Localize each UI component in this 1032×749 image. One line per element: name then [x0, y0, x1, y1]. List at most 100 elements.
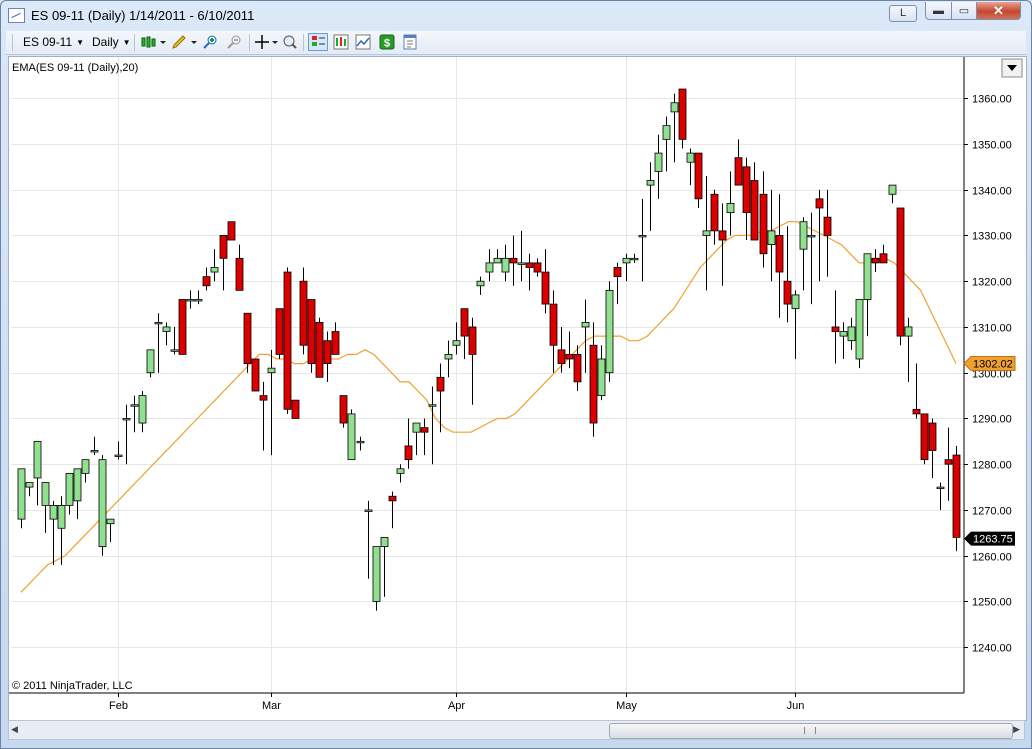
- candle-body: [750, 180, 759, 241]
- zoom-in-icon[interactable]: [202, 34, 218, 50]
- candle-body: [49, 505, 58, 520]
- candle-body: [396, 468, 405, 474]
- candle-body: [541, 271, 550, 305]
- candle-body: [759, 193, 768, 255]
- scroll-right-icon[interactable]: ▶: [1013, 724, 1020, 735]
- price-chart[interactable]: 1240.00 1250.00 1260.00 1270.00 1280.00 1290.…: [9, 57, 1026, 720]
- instrument-selector[interactable]: ES 09-11 ▼: [23, 34, 84, 51]
- candle-body: [670, 102, 679, 113]
- candle-body: [452, 340, 461, 346]
- chart-trader-icon[interactable]: [308, 33, 328, 51]
- crosshair-icon[interactable]: [254, 34, 280, 50]
- candle-down: [323, 331, 332, 382]
- candle-up: [662, 116, 671, 172]
- indicators-icon[interactable]: [355, 34, 371, 50]
- candle-up: [855, 299, 864, 369]
- candle-down: [404, 418, 413, 469]
- candle-down: [871, 249, 880, 273]
- candle-body: [863, 253, 872, 300]
- minimize-button[interactable]: ▬: [925, 2, 952, 20]
- candle-up: [638, 198, 647, 282]
- candle-body: [307, 299, 316, 364]
- horizontal-scrollbar[interactable]: ◀ ▶: [8, 720, 1025, 740]
- chart-window-icon: [8, 8, 25, 23]
- candle-body: [646, 180, 655, 186]
- candle-up: [630, 253, 639, 263]
- strategies-icon[interactable]: [333, 34, 349, 50]
- candle-down: [952, 445, 961, 552]
- candle-body: [944, 459, 953, 465]
- candle-up: [130, 395, 139, 433]
- data-box-icon[interactable]: [282, 34, 298, 50]
- candle-down: [750, 162, 759, 241]
- maximize-button[interactable]: ▭: [951, 2, 977, 20]
- ema-price-marker: 1302.02: [963, 355, 1016, 371]
- candle-body: [678, 88, 687, 140]
- candle-body: [251, 358, 260, 392]
- candle-up: [444, 340, 453, 378]
- close-button[interactable]: ✕: [976, 2, 1021, 20]
- candle-body: [428, 404, 437, 407]
- candle-up: [73, 468, 82, 520]
- candle-up: [767, 189, 776, 282]
- candle-down: [533, 258, 542, 277]
- x-tick-label: Mar: [262, 700, 281, 712]
- y-tick-label: 1250.00: [972, 597, 1012, 609]
- chart-style-icon[interactable]: [140, 34, 168, 50]
- candle-up: [396, 464, 405, 483]
- candle-down: [944, 427, 953, 501]
- properties-icon[interactable]: [402, 34, 418, 50]
- candle-down: [420, 418, 429, 456]
- y-tick-label: 1260.00: [972, 552, 1012, 564]
- candle-body: [694, 152, 703, 200]
- candle-down: [541, 249, 550, 314]
- candle-up: [65, 472, 74, 515]
- candle-down: [896, 207, 905, 346]
- candle-body: [339, 395, 348, 424]
- candle-body: [549, 303, 558, 346]
- scale-menu-button[interactable]: [1001, 58, 1023, 78]
- candle-body: [605, 289, 614, 374]
- candle-up: [356, 436, 365, 451]
- dollar-icon[interactable]: $: [379, 34, 395, 50]
- pencil-drawing-tool-icon[interactable]: [171, 34, 199, 50]
- candle-body: [98, 459, 107, 547]
- toolbar-separator: [249, 34, 250, 51]
- candle-up: [791, 290, 800, 359]
- candle-up: [267, 349, 276, 456]
- candle-body: [767, 230, 776, 245]
- candle-body: [896, 207, 905, 337]
- scroll-left-icon[interactable]: ◀: [11, 724, 18, 735]
- candle-up: [863, 253, 872, 337]
- candle-down: [307, 299, 316, 373]
- toolbar-separator: [303, 34, 304, 51]
- candle-up: [904, 317, 913, 382]
- candle-down: [694, 152, 703, 208]
- candle-body: [460, 308, 469, 337]
- y-tick-label: 1350.00: [972, 140, 1012, 152]
- toolbar-separator: [134, 34, 135, 51]
- zoom-out-icon[interactable]: [226, 34, 242, 50]
- candle-body: [783, 280, 792, 305]
- candle-body: [791, 294, 800, 310]
- candle-body: [154, 321, 163, 325]
- indicator-label: EMA(ES 09-11 (Daily),20): [12, 62, 138, 74]
- chart-panel[interactable]: 1240.00 1250.00 1260.00 1270.00 1280.00 1290.…: [8, 56, 1027, 721]
- candle-down: [613, 262, 622, 305]
- candle-body: [904, 326, 913, 337]
- candle-body: [952, 454, 961, 538]
- candle-up: [154, 313, 163, 373]
- link-button[interactable]: L: [889, 5, 917, 22]
- interval-selector[interactable]: Daily ▼: [92, 34, 131, 51]
- candle-up: [888, 184, 897, 204]
- interval-label: Daily: [92, 35, 119, 49]
- candle-down: [783, 226, 792, 323]
- candle-up: [90, 436, 99, 456]
- candle-down: [920, 413, 929, 465]
- candle-body: [194, 299, 203, 302]
- candle-down: [912, 363, 921, 419]
- candle-body: [299, 280, 308, 346]
- x-tick-label: Apr: [448, 700, 465, 712]
- scroll-thumb[interactable]: [609, 723, 1013, 739]
- title-bar[interactable]: ES 09-11 (Daily) 1/14/2011 - 6/10/2011 L…: [1, 1, 1031, 29]
